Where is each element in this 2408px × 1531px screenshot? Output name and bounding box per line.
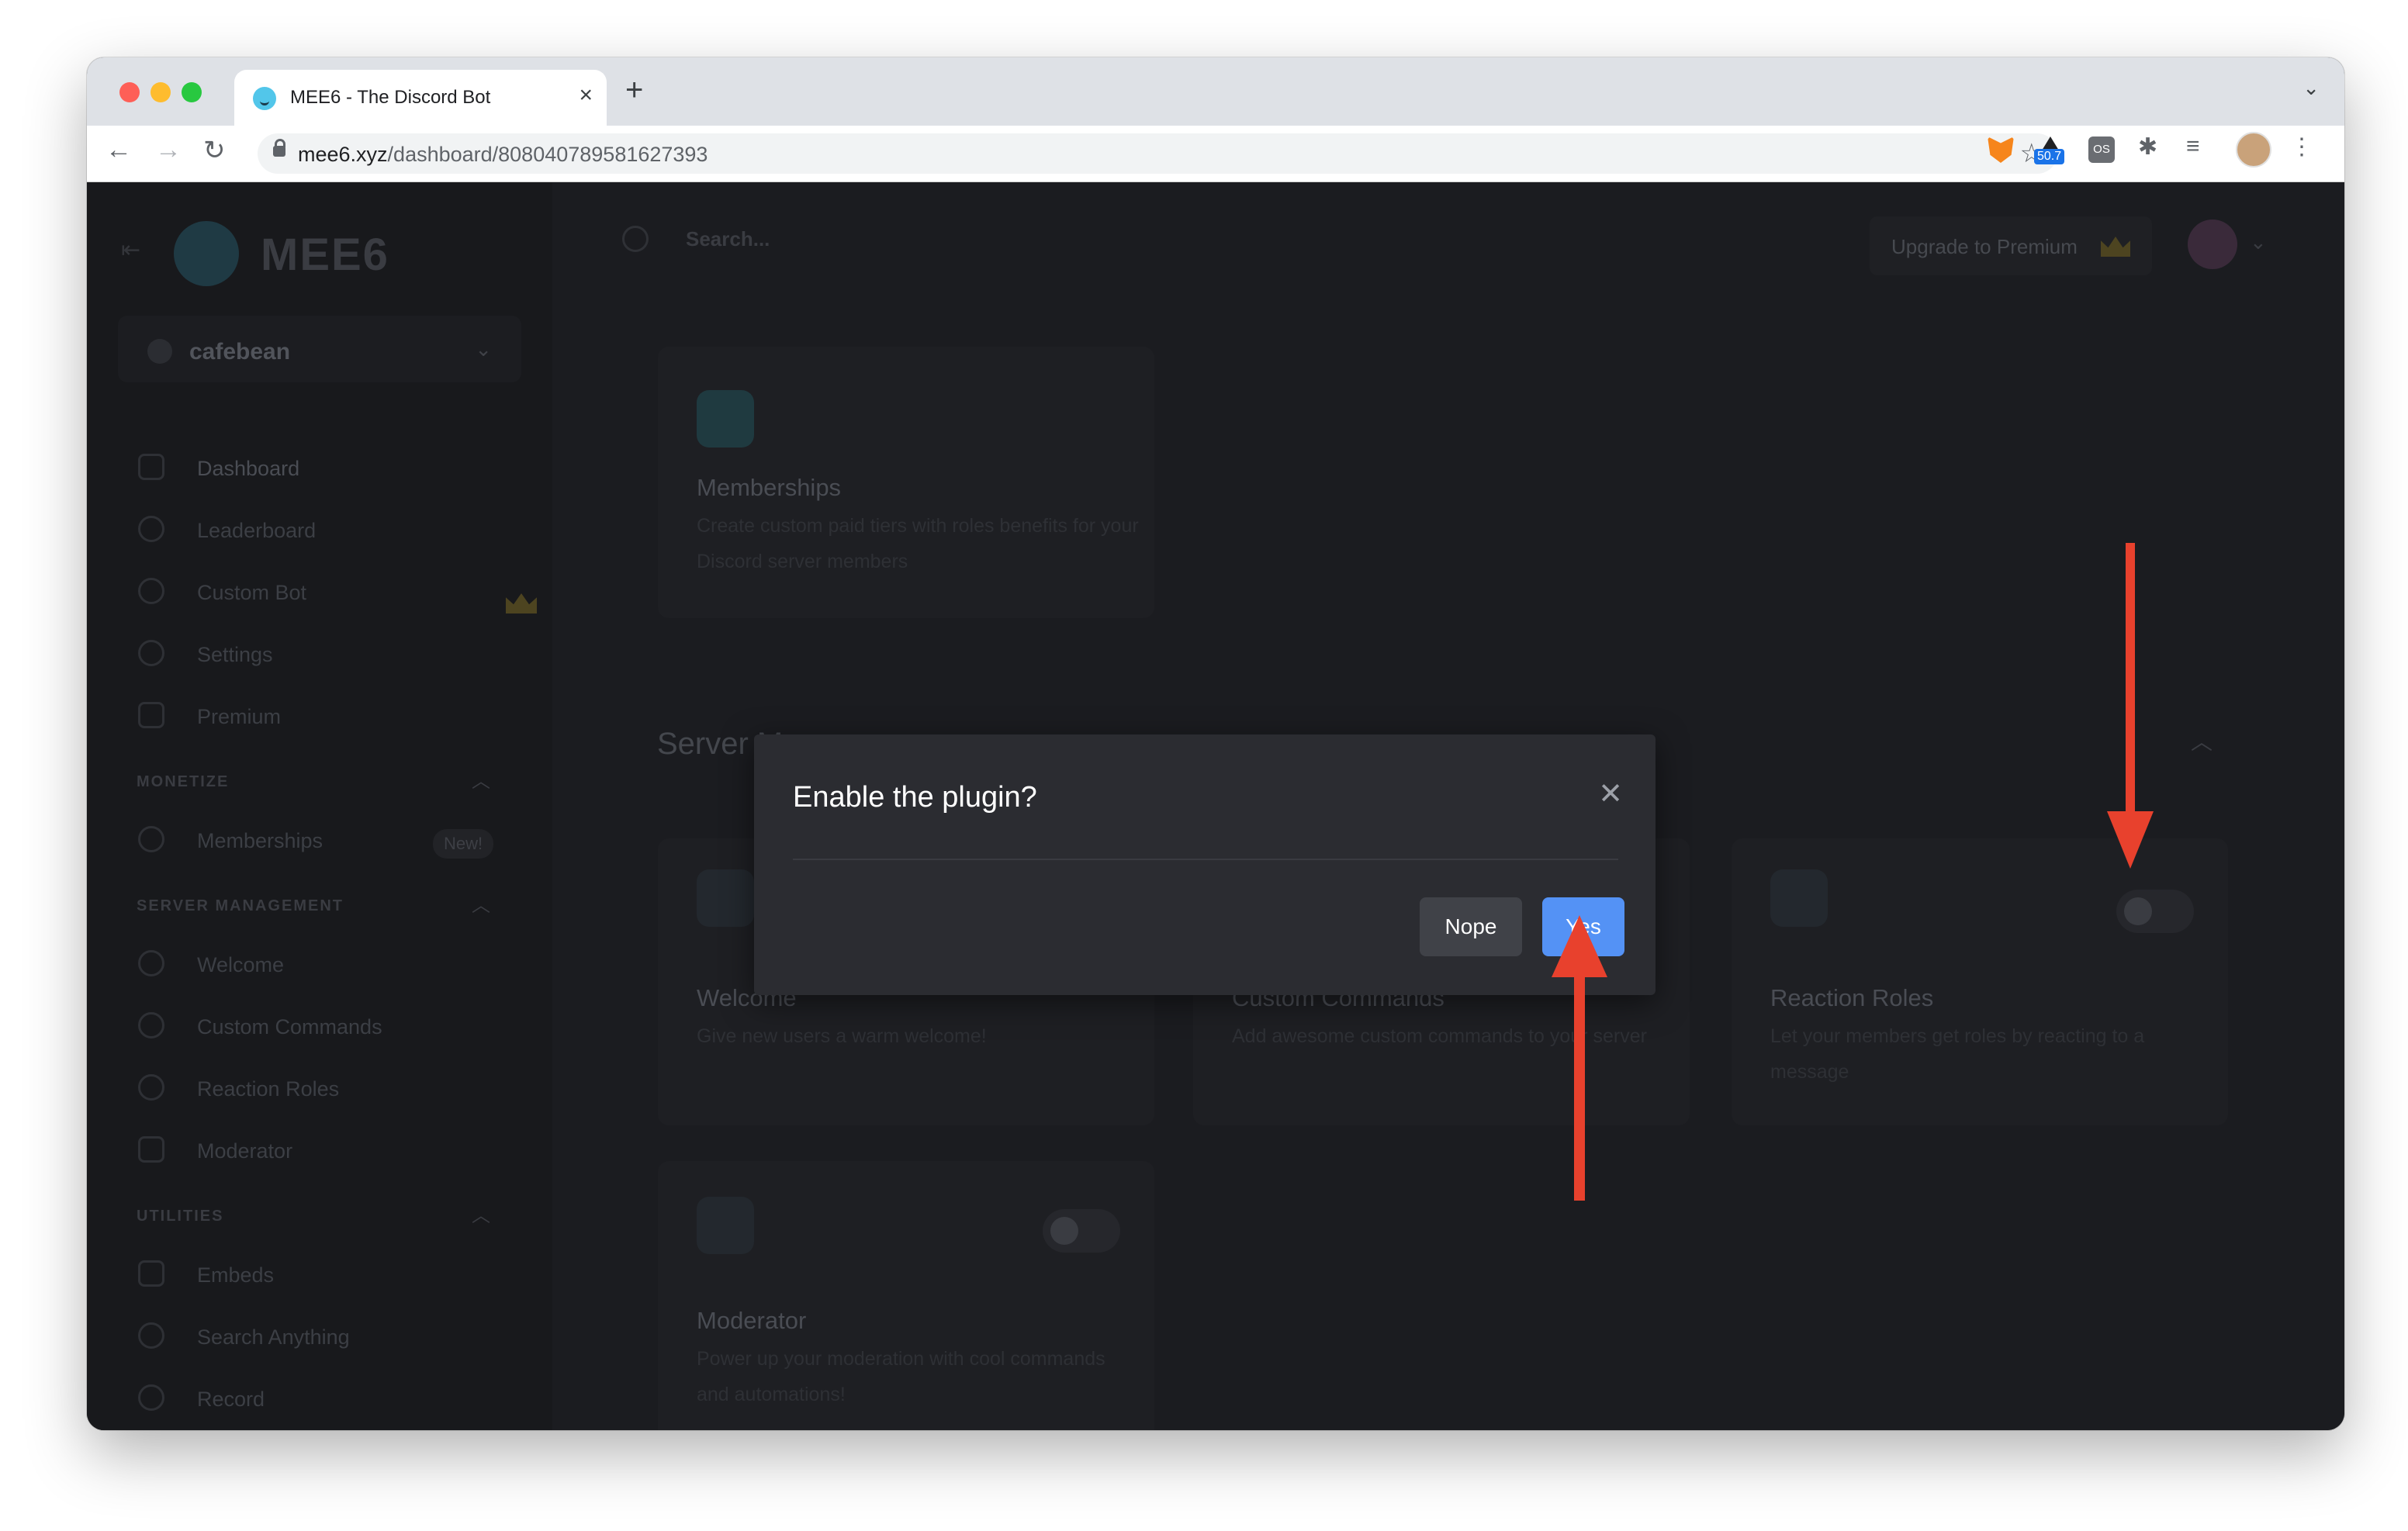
gear-icon xyxy=(138,640,164,666)
wave-hand-icon xyxy=(697,869,754,927)
url-text[interactable]: mee6.xyz/dashboard/808040789581627393 xyxy=(298,143,708,167)
minimize-window-button[interactable] xyxy=(150,82,171,102)
premium-crown-icon xyxy=(506,593,537,613)
membership-icon xyxy=(138,826,164,852)
maximize-window-button[interactable] xyxy=(182,82,202,102)
moderator-card[interactable]: Moderator Power up your moderation with … xyxy=(658,1161,1154,1430)
close-window-button[interactable] xyxy=(119,82,140,102)
chevron-up-icon[interactable]: ︿ xyxy=(472,766,490,793)
upgrade-label: Upgrade to Premium xyxy=(1891,235,2078,258)
section-header-monetize: MONETIZE xyxy=(137,773,230,790)
moderator-toggle[interactable] xyxy=(1043,1209,1120,1253)
award-icon xyxy=(138,516,164,542)
diamond-icon xyxy=(697,390,754,448)
record-icon xyxy=(138,1384,164,1411)
nope-button[interactable]: Nope xyxy=(1420,897,1522,956)
sidebar-item-label: Memberships xyxy=(197,829,323,852)
extension-badge: 50.7 xyxy=(2034,149,2065,164)
os-extension-icon[interactable]: OS xyxy=(2088,137,2115,163)
server-icon xyxy=(147,339,172,364)
back-arrow-icon[interactable]: ← xyxy=(106,135,132,165)
browser-toolbar: ← → ↻ mee6.xyz/dashboard/808040789581627… xyxy=(87,126,2344,182)
embed-icon xyxy=(138,1260,164,1287)
sidebar-item-label: Reaction Roles xyxy=(197,1077,340,1101)
annotation-arrow-up xyxy=(1552,915,1607,1201)
tab-close-icon[interactable]: × xyxy=(579,82,593,109)
new-badge: New! xyxy=(433,829,494,859)
server-name: cafebean xyxy=(189,339,291,365)
mee6-logo-icon xyxy=(174,221,239,286)
sidebar-item-label: Settings xyxy=(197,643,273,666)
card-description: Power up your moderation with cool comma… xyxy=(697,1348,1105,1405)
chevron-down-icon[interactable]: ⌄ xyxy=(2302,76,2320,100)
upgrade-premium-button[interactable]: Upgrade to Premium xyxy=(1870,216,2152,275)
tab-bar: MEE6 - The Discord Bot × + ⌄ xyxy=(87,57,2344,126)
new-tab-icon[interactable]: + xyxy=(625,73,643,108)
wave-hand-icon xyxy=(138,950,164,976)
crown-icon xyxy=(2101,237,2130,257)
search-icon xyxy=(622,226,649,252)
section-header-utilities: UTILITIES xyxy=(137,1208,224,1225)
mee6-dashboard: ⇤ MEE6 cafebean ⌄ Dashboard Leaderboard … xyxy=(87,182,2344,1430)
enable-plugin-modal: Enable the plugin? ✕ Nope Yes xyxy=(754,734,1656,995)
profile-avatar[interactable] xyxy=(2236,132,2271,168)
reaction-icon xyxy=(1770,869,1828,927)
server-selector[interactable]: cafebean ⌄ xyxy=(118,316,521,382)
sidebar-item-label: Moderator xyxy=(197,1139,293,1163)
card-title: Memberships xyxy=(697,474,842,501)
chevron-up-icon[interactable]: ︿ xyxy=(472,1200,490,1227)
sidebar-item-label: Custom Commands xyxy=(197,1015,382,1039)
chevron-up-icon[interactable]: ︿ xyxy=(472,890,490,917)
chevron-down-icon: ⌄ xyxy=(475,337,492,361)
card-title: Moderator xyxy=(697,1307,807,1334)
address-bar[interactable]: mee6.xyz/dashboard/808040789581627393 ☆ xyxy=(258,133,2057,174)
dashboard-grid-icon xyxy=(138,454,164,480)
sidebar-item-label: Search Anything xyxy=(197,1325,350,1349)
browser-tab[interactable]: MEE6 - The Discord Bot × xyxy=(234,70,607,126)
bot-face-icon xyxy=(138,578,164,604)
extensions-puzzle-icon[interactable]: ✱ xyxy=(2138,133,2164,160)
annotation-arrow-down xyxy=(2107,543,2154,869)
tab-title: MEE6 - The Discord Bot xyxy=(290,87,491,108)
browser-window: MEE6 - The Discord Bot × + ⌄ ← → ↻ mee6.… xyxy=(87,57,2344,1430)
chevron-up-icon[interactable]: ︿ xyxy=(2191,725,2213,756)
sidebar-item-label: Embeds xyxy=(197,1263,275,1287)
sidebar-item-label: Leaderboard xyxy=(197,519,317,542)
more-menu-icon[interactable]: ⋮ xyxy=(2290,133,2316,160)
section-header-server-management: SERVER MANAGEMENT xyxy=(137,897,344,914)
ticket-icon xyxy=(138,702,164,728)
logo-text: MEE6 xyxy=(261,230,389,280)
sidebar-item-label: Premium xyxy=(197,705,282,728)
media-control-icon[interactable]: ≡ xyxy=(2186,133,2213,160)
sidebar-item-label: Welcome xyxy=(197,953,285,976)
command-icon xyxy=(138,1012,164,1039)
forward-arrow-icon[interactable]: → xyxy=(155,135,182,165)
delta-extension-icon[interactable]: 50.7 xyxy=(2034,137,2065,164)
hammer-icon xyxy=(697,1197,754,1254)
card-description: Let your members get roles by reacting t… xyxy=(1770,1025,2145,1083)
reaction-icon xyxy=(138,1074,164,1101)
search-icon xyxy=(138,1322,164,1349)
reload-icon[interactable]: ↻ xyxy=(203,135,226,166)
collapse-sidebar-icon[interactable]: ⇤ xyxy=(121,237,140,264)
sidebar-item-label: Record xyxy=(197,1388,265,1411)
modal-title: Enable the plugin? xyxy=(793,781,1037,814)
mee6-favicon-icon xyxy=(253,87,276,110)
reaction-roles-card[interactable]: Reaction Roles Let your members get role… xyxy=(1732,838,2228,1125)
sidebar: ⇤ MEE6 cafebean ⌄ Dashboard Leaderboard … xyxy=(87,182,552,1430)
sidebar-item-label: Custom Bot xyxy=(197,581,307,604)
card-description: Create custom paid tiers with roles bene… xyxy=(697,515,1139,572)
close-icon[interactable]: ✕ xyxy=(1598,776,1623,811)
card-description: Give new users a warm welcome! xyxy=(697,1025,987,1047)
sidebar-item-label: Dashboard xyxy=(197,457,300,480)
user-avatar[interactable] xyxy=(2188,219,2237,269)
reaction-roles-toggle[interactable] xyxy=(2116,890,2194,933)
chevron-down-icon[interactable]: ⌄ xyxy=(2250,230,2267,254)
card-title: Reaction Roles xyxy=(1770,984,1934,1011)
memberships-card[interactable]: Memberships Create custom paid tiers wit… xyxy=(658,347,1154,618)
lock-icon xyxy=(273,139,285,157)
hammer-icon xyxy=(138,1136,164,1163)
search-input[interactable]: Search... xyxy=(686,227,770,251)
modal-divider xyxy=(793,859,1618,860)
